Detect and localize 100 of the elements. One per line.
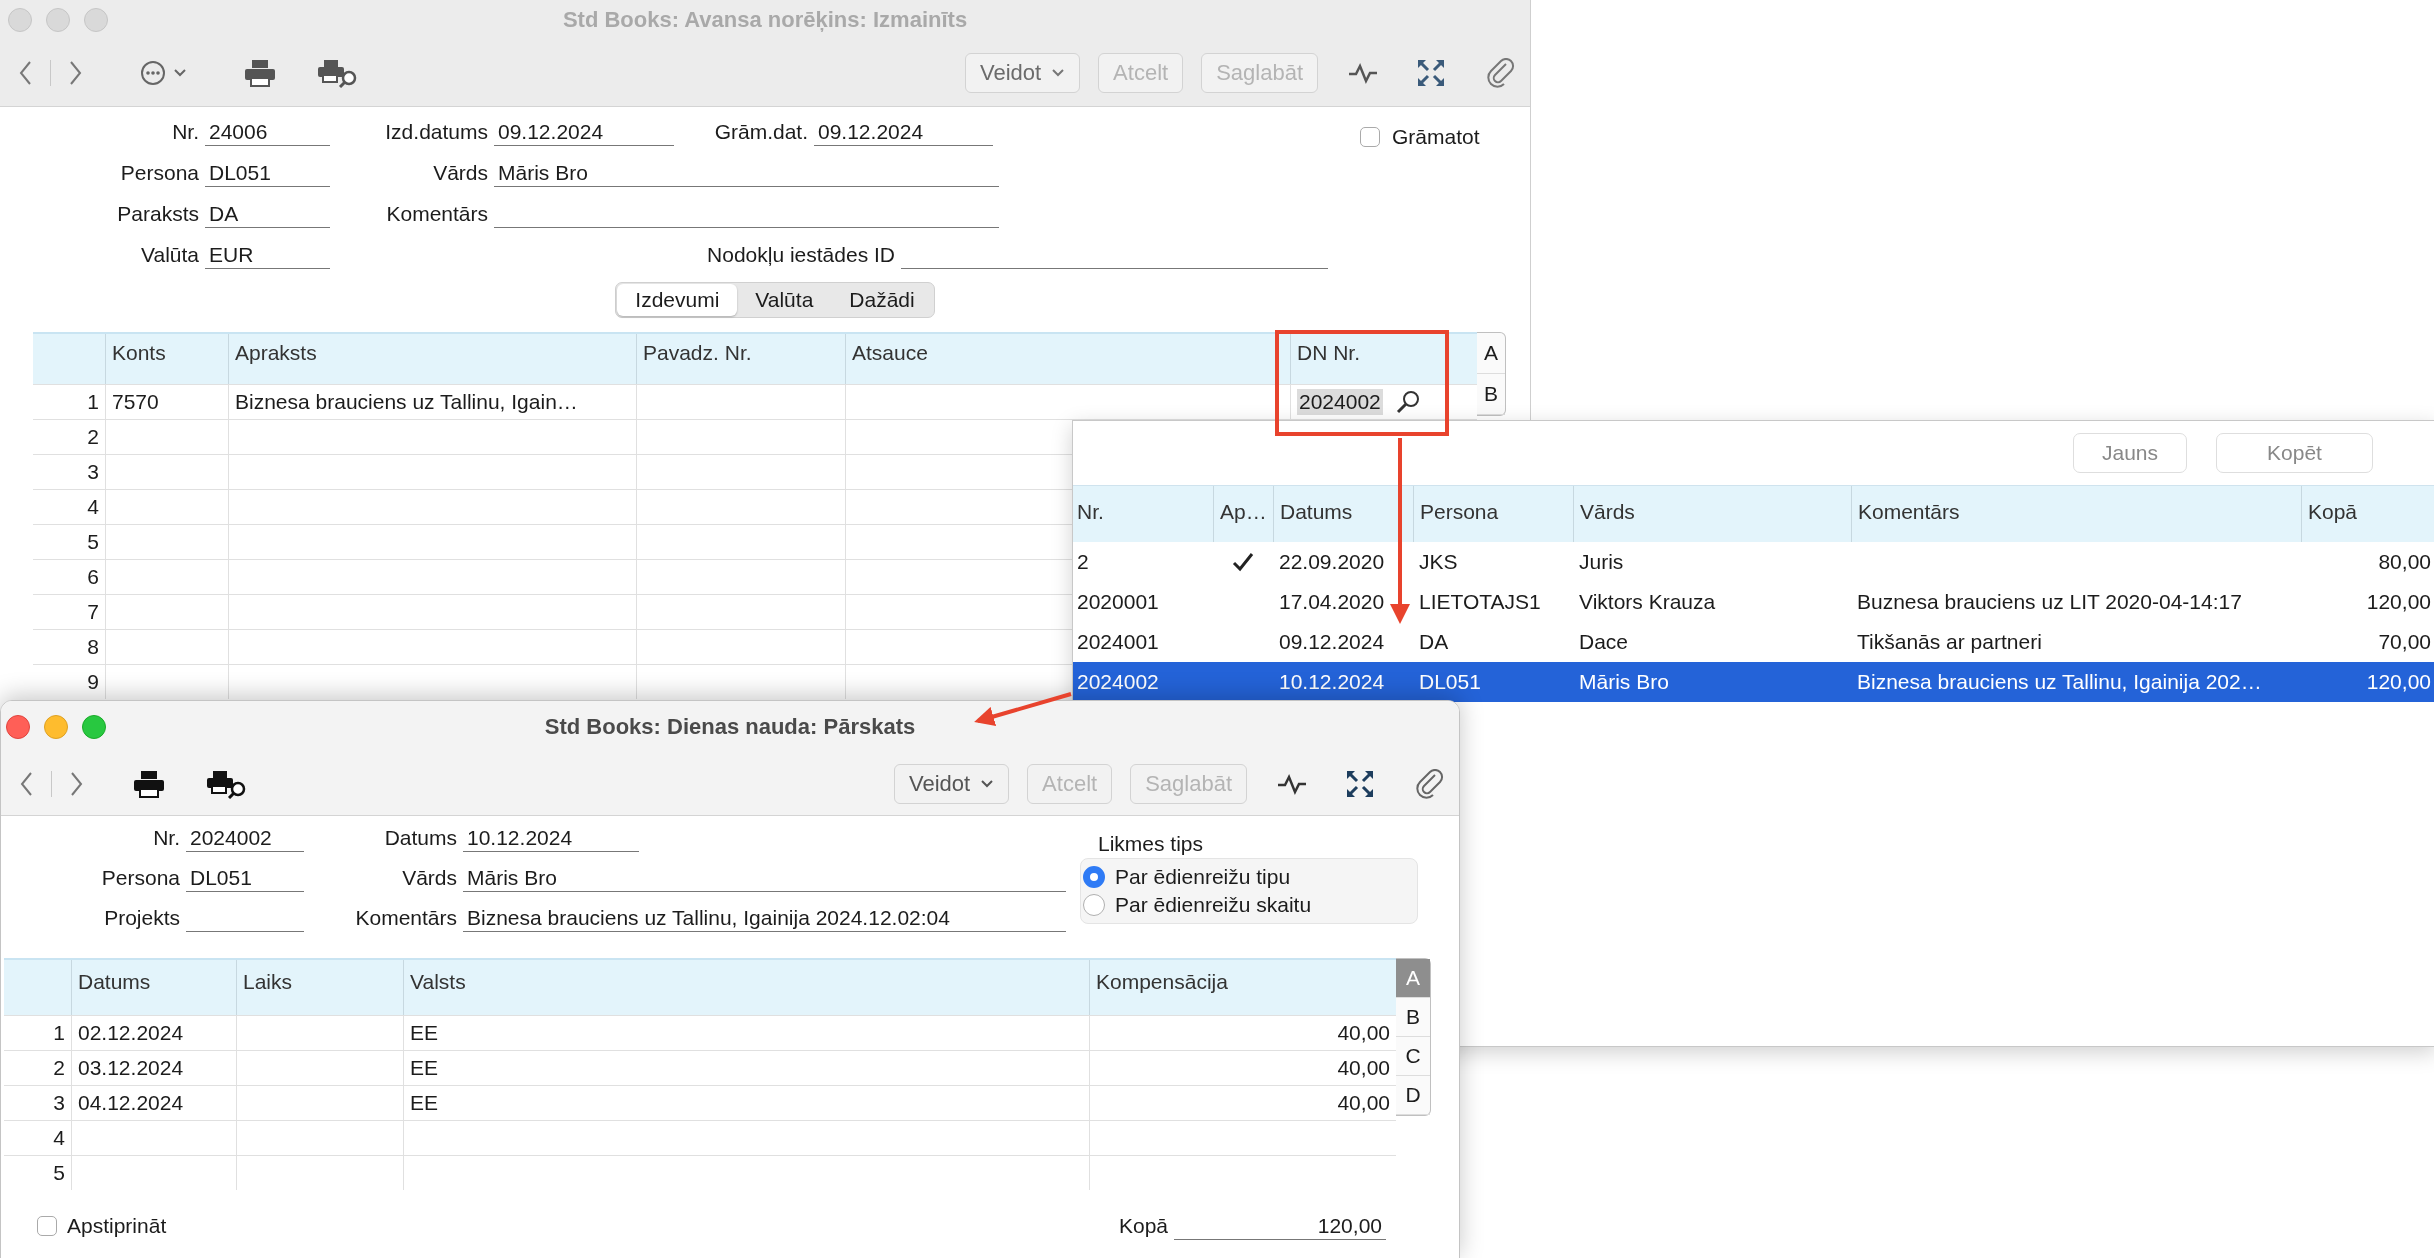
field-label: Nodokļu iestādes ID — [706, 242, 896, 267]
row-number: 1 — [86, 389, 100, 415]
row-number: 2 — [86, 424, 100, 450]
total-field: 120,00 — [1174, 1212, 1386, 1240]
input-field[interactable]: 24006 — [205, 117, 330, 146]
radio-button[interactable] — [1083, 866, 1105, 888]
window-title: Std Books: Avansa norēķins: Izmainīts — [562, 7, 968, 33]
side-tab[interactable]: B — [1396, 998, 1430, 1037]
list-cell: 17.04.2020 — [1279, 590, 1385, 614]
input-field[interactable]: Biznesa brauciens uz Tallinu, Igainija 2024.12.02:04 — [463, 904, 1066, 932]
side-tab[interactable]: C — [1396, 1037, 1430, 1076]
list-cell: 70,00 — [2378, 630, 2431, 654]
toolbar-button[interactable]: Veidot — [964, 53, 1081, 93]
table-cell: 03.12.2024 — [71, 1051, 236, 1085]
column-header[interactable]: Atsauce — [845, 334, 1290, 384]
tab[interactable]: Izdevumi — [617, 284, 738, 316]
column-header[interactable]: Pavadz. Nr. — [636, 334, 845, 384]
list-row[interactable]: 2020001 17.04.2020 LIETOTAJS1 Viktors Krauza Buznesa brauciens uz LIT 2020-04-14:17 120,00 — [1073, 582, 2434, 622]
input-field[interactable]: DL051 — [186, 864, 304, 892]
column-header[interactable]: Vārds — [1573, 486, 1851, 542]
side-tab[interactable]: D — [1396, 1076, 1430, 1115]
radio-label: Par ēdienreižu skaitu — [1115, 893, 1312, 917]
input-field[interactable]: EUR — [205, 240, 330, 269]
printer-icon[interactable] — [243, 58, 277, 88]
tab[interactable]: Dažādi — [831, 284, 933, 316]
column-header[interactable]: Komentārs — [1851, 486, 2301, 542]
printer-icon[interactable] — [132, 769, 166, 799]
checkbox-label: Apstiprināt — [67, 1214, 167, 1238]
side-tab[interactable]: B — [1477, 374, 1505, 415]
field-label: Paraksts — [116, 201, 200, 226]
list-cell: LIETOTAJS1 — [1419, 590, 1541, 614]
row-number: 5 — [52, 1160, 66, 1186]
field-label: Grām.dat. — [713, 119, 809, 144]
search-icon[interactable] — [1394, 389, 1421, 415]
row-number: 5 — [86, 529, 100, 555]
field-label: Kopā — [1118, 1214, 1169, 1238]
toolbar-button[interactable]: Veidot — [893, 764, 1010, 804]
input-field[interactable]: DL051 — [205, 158, 330, 187]
paperclip-icon[interactable] — [1486, 58, 1516, 88]
row-number: 4 — [52, 1125, 66, 1151]
column-header[interactable]: Valsts — [403, 960, 1089, 1015]
list-cell: JKS — [1419, 550, 1458, 574]
side-tab[interactable]: A — [1477, 333, 1505, 374]
column-header[interactable]: Datums — [71, 960, 236, 1015]
table-cell: EE — [403, 1086, 1089, 1120]
zoom-button[interactable] — [82, 715, 106, 739]
column-header[interactable]: Apraksts — [228, 334, 636, 384]
field-label: Persona — [100, 866, 181, 890]
group-label: Likmes tips — [1097, 832, 1205, 856]
list-cell: 2020001 — [1077, 590, 1159, 614]
checkbox[interactable] — [37, 1216, 57, 1236]
row-number: 1 — [52, 1020, 66, 1046]
list-cell: 22.09.2020 — [1279, 550, 1385, 574]
close-button[interactable] — [6, 715, 30, 739]
field-label: Izd.datums — [384, 119, 489, 144]
table-cell[interactable]: 2024002 — [1297, 389, 1383, 415]
checkbox-label: Grāmatot — [1392, 125, 1480, 149]
input-field[interactable]: 09.12.2024 — [814, 117, 993, 146]
column-header[interactable]: Persona — [1413, 486, 1573, 542]
list-cell: 120,00 — [2366, 590, 2431, 614]
list-cell: Buznesa brauciens uz LIT 2020-04-14:17 — [1857, 590, 2242, 614]
input-field[interactable]: Māris Bro — [494, 158, 999, 187]
expand-icon[interactable] — [1416, 58, 1446, 88]
list-cell: 09.12.2024 — [1279, 630, 1385, 654]
column-header[interactable]: Nr. — [1073, 486, 1213, 542]
column-header[interactable]: Kopā — [2301, 486, 2434, 542]
window-button[interactable]: Kopēt — [2216, 433, 2373, 473]
list-row[interactable]: 2 22.09.2020 JKS Juris 80,00 — [1073, 542, 2434, 582]
input-field[interactable]: 2024002 — [186, 824, 304, 852]
caret-icon — [980, 779, 995, 789]
field-label: Vārds — [401, 866, 458, 890]
row-number: 8 — [86, 634, 100, 660]
list-row[interactable]: 2024002 10.12.2024 DL051 Māris Bro Biznesa brauciens uz Tallinu, Igainija 202… 120,00 — [1073, 662, 2434, 702]
field-label: Vārds — [432, 160, 489, 185]
table-cell: Biznesa brauciens uz Tallinu, Igain… — [228, 385, 636, 419]
input-field[interactable]: 10.12.2024 — [463, 824, 639, 852]
table-cell: 04.12.2024 — [71, 1086, 236, 1120]
window-button[interactable]: Jauns — [2073, 433, 2187, 473]
list-cell: 120,00 — [2366, 670, 2431, 694]
row-number: 9 — [86, 669, 100, 695]
row-number: 3 — [52, 1090, 66, 1116]
paperclip-icon[interactable] — [1415, 769, 1445, 799]
checkbox[interactable] — [1360, 127, 1380, 147]
input-field[interactable]: DA — [205, 199, 330, 228]
radio-button[interactable] — [1083, 894, 1105, 916]
column-header[interactable]: Ap… — [1213, 486, 1273, 542]
field-label: Komentārs — [354, 906, 458, 930]
list-cell: Tikšanās ar partneri — [1857, 630, 2042, 654]
column-header[interactable]: Datums — [1273, 486, 1413, 542]
row-number: 4 — [86, 494, 100, 520]
expand-icon[interactable] — [1345, 769, 1375, 799]
list-cell: Viktors Krauza — [1579, 590, 1716, 614]
tab[interactable]: Valūta — [737, 284, 832, 316]
column-header[interactable]: Laiks — [236, 960, 403, 1015]
input-field[interactable]: Māris Bro — [463, 864, 1066, 892]
input-field[interactable]: 09.12.2024 — [494, 117, 674, 146]
list-row[interactable]: 2024001 09.12.2024 DA Dace Tikšanās ar partneri 70,00 — [1073, 622, 2434, 662]
field-label: Projekts — [103, 906, 181, 930]
column-header[interactable]: Konts — [105, 334, 228, 384]
field-label: Nr. — [171, 119, 200, 144]
